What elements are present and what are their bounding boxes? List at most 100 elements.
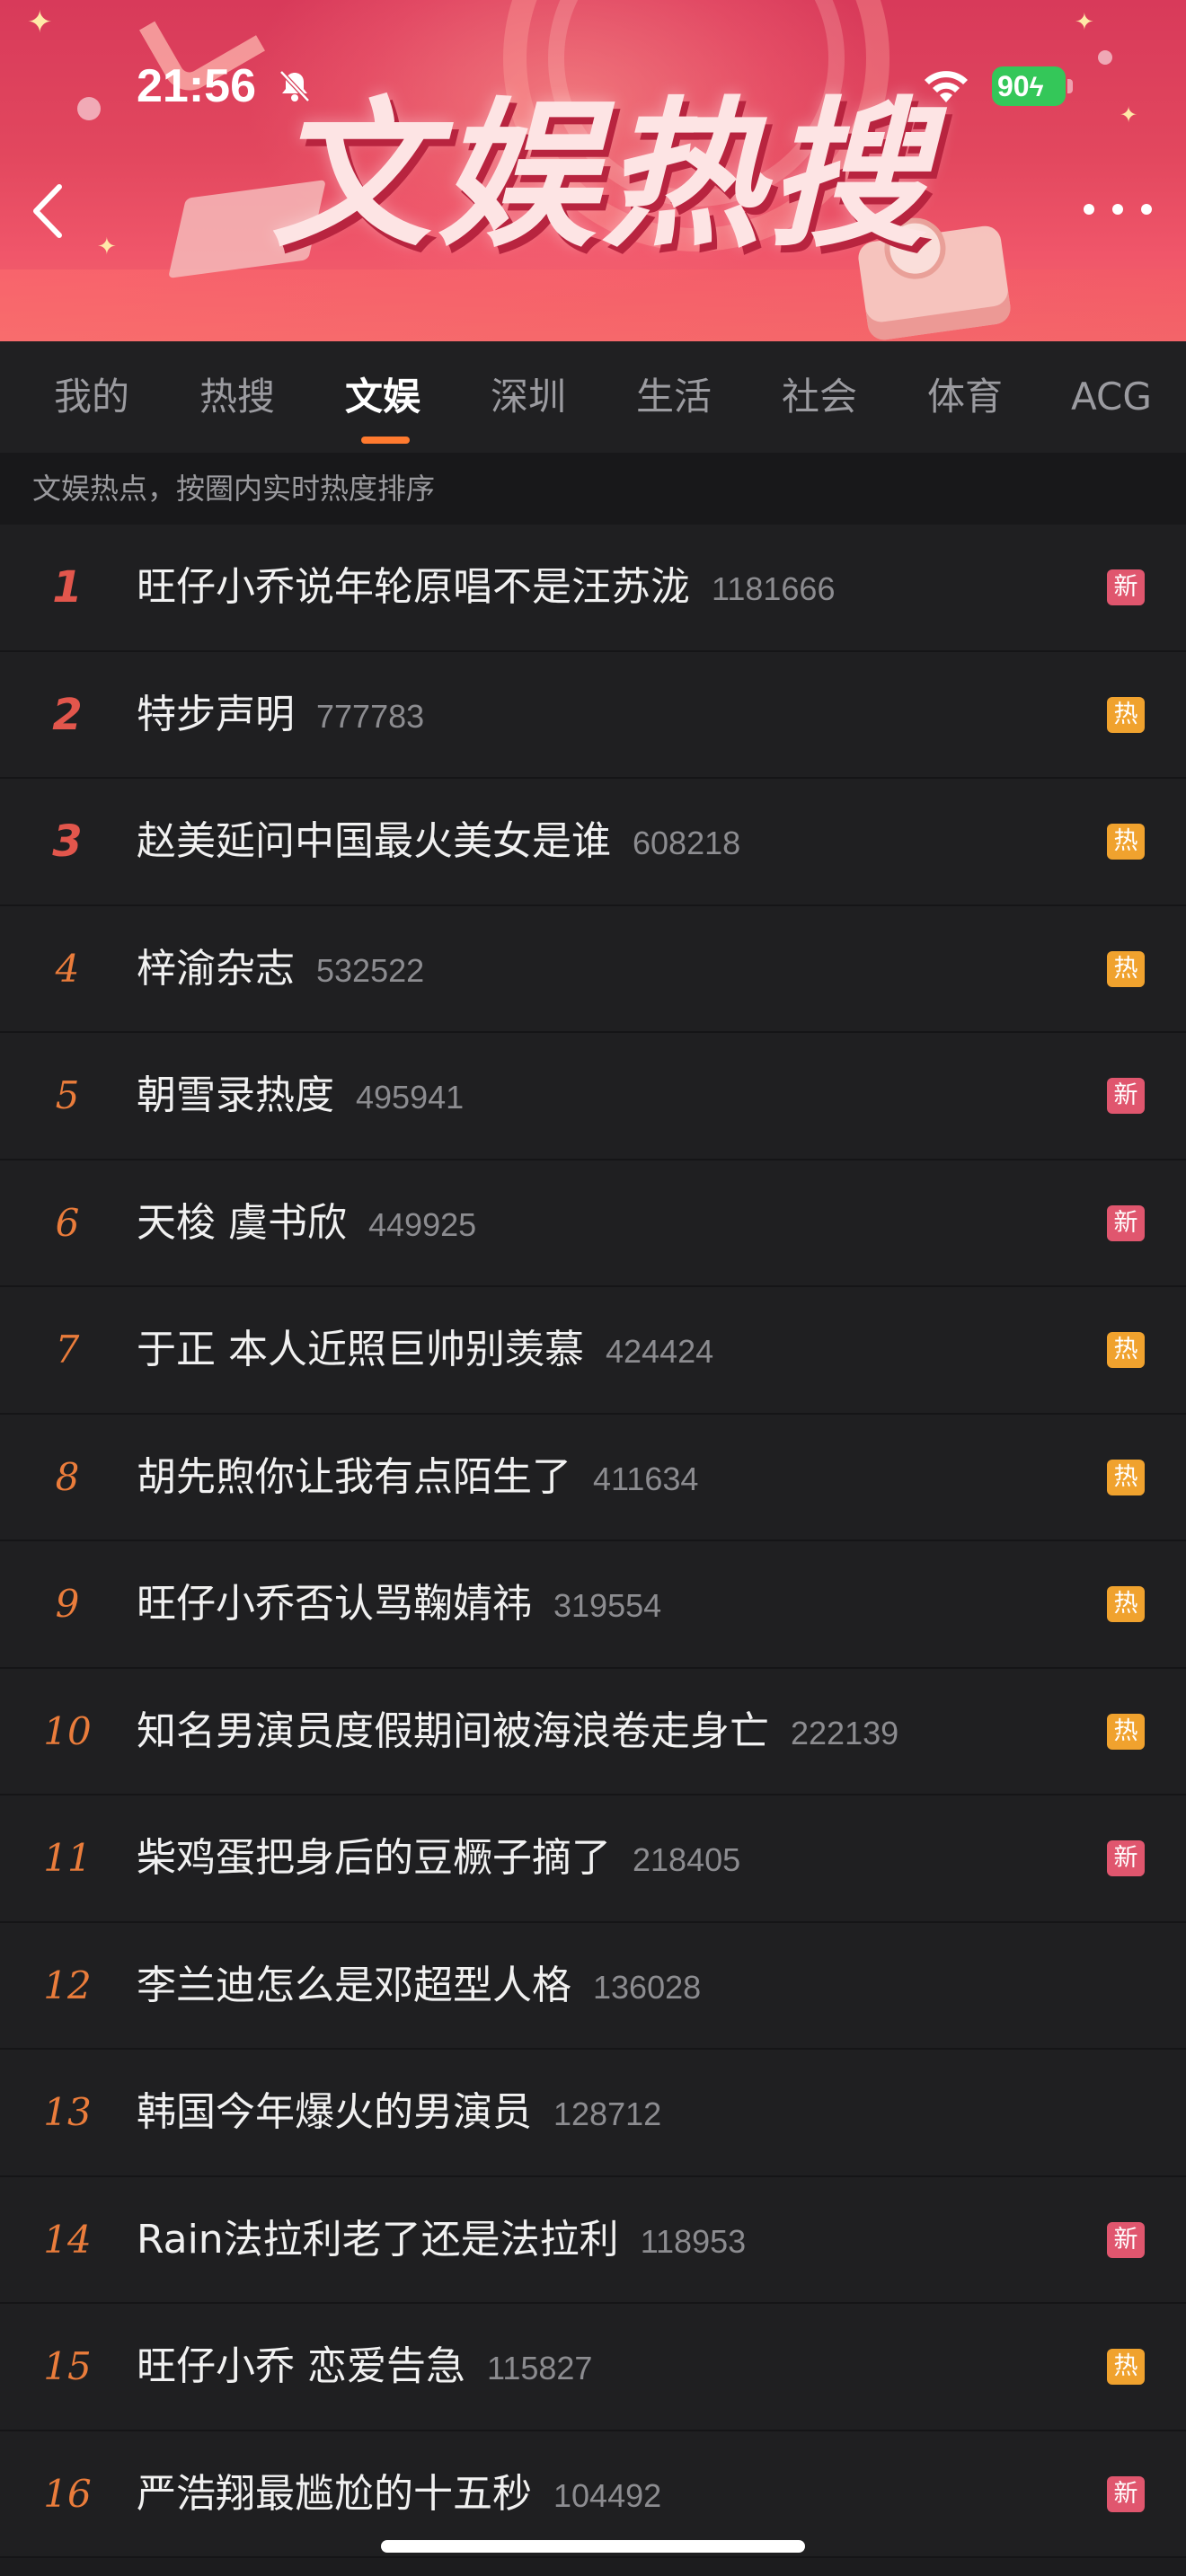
heat-count: 532522 — [316, 951, 425, 989]
item-title: 旺仔小乔 恋爱告急 — [137, 2343, 465, 2389]
list-item[interactable]: 12 李兰迪怎么是邓超型人格 136028 — [0, 1922, 1186, 2050]
rank-number: 8 — [55, 1454, 80, 1499]
more-dots-icon[interactable] — [1084, 187, 1152, 232]
item-text: 天梭 虞书欣 449925 — [137, 1160, 476, 1286]
list-item[interactable]: 3 赵美延问中国最火美女是谁 608218 热 — [0, 779, 1186, 906]
status-time: 21:56 — [137, 60, 256, 112]
heat-count: 136028 — [593, 1968, 702, 2006]
more-dot — [1112, 204, 1123, 215]
heat-count: 1181666 — [712, 570, 836, 607]
item-title: 柴鸡蛋把身后的豆橛子摘了 — [137, 1835, 611, 1881]
sparkle-icon: ✦ — [1120, 102, 1138, 128]
heat-count: 115827 — [487, 2350, 593, 2386]
item-text: 旺仔小乔 恋爱告急 115827 — [137, 2304, 592, 2430]
hot-badge: 热 — [1107, 1586, 1145, 1622]
item-text: 李兰迪怎么是邓超型人格 136028 — [137, 1923, 701, 2049]
battery-indicator: 90ϟ — [992, 66, 1066, 106]
heat-count: 104492 — [553, 2476, 662, 2514]
item-text: 梓渝杂志 532522 — [137, 906, 424, 1032]
list-item[interactable]: 1 旺仔小乔说年轮原唱不是汪苏泷 1181666 新 — [0, 525, 1186, 652]
list-item[interactable]: 13 韩国今年爆火的男演员 128712 — [0, 2050, 1186, 2177]
list-description-bar: 文娱热点，按圈内实时热度排序 — [0, 453, 1186, 525]
rank-number: 5 — [55, 1073, 80, 1117]
item-title: 严浩翔最尴尬的十五秒 — [137, 2470, 532, 2517]
tab-hot-search[interactable]: 热搜 — [199, 341, 275, 453]
rank-number: 11 — [43, 1836, 92, 1880]
item-title: 天梭 虞书欣 — [137, 1199, 347, 1246]
banner-dot — [1098, 50, 1112, 65]
item-title: 胡先煦你让我有点陌生了 — [137, 1453, 571, 1500]
new-badge: 新 — [1107, 2475, 1145, 2512]
tab-shenzhen[interactable]: 深圳 — [491, 341, 566, 453]
list-item[interactable]: 15 旺仔小乔 恋爱告急 115827 热 — [0, 2304, 1186, 2431]
hot-search-list: 1 旺仔小乔说年轮原唱不是汪苏泷 1181666 新 2 特步声明 777783 热 3 赵美延问… — [0, 525, 1186, 2558]
tab-society[interactable]: 社会 — [782, 341, 857, 453]
new-badge: 新 — [1107, 1840, 1145, 1876]
item-text: 赵美延问中国最火美女是谁 608218 — [137, 779, 740, 904]
list-item[interactable]: 9 旺仔小乔否认骂鞠婧祎 319554 热 — [0, 1541, 1186, 1669]
list-item[interactable]: 10 知名男演员度假期间被海浪卷走身亡 222139 热 — [0, 1668, 1186, 1795]
hot-badge: 热 — [1107, 1459, 1145, 1495]
sparkle-icon: ✦ — [27, 4, 53, 40]
active-tab-indicator — [361, 437, 410, 444]
heat-count: 449925 — [368, 1205, 477, 1243]
item-title: 韩国今年爆火的男演员 — [137, 2089, 532, 2135]
back-arrow-icon[interactable] — [25, 180, 70, 243]
rank-number: 14 — [43, 2217, 92, 2262]
heat-count: 411634 — [593, 1460, 699, 1497]
list-item[interactable]: 4 梓渝杂志 532522 热 — [0, 905, 1186, 1033]
new-badge: 新 — [1107, 1204, 1145, 1241]
tab-life[interactable]: 生活 — [636, 341, 712, 453]
rank-number: 2 — [52, 689, 83, 740]
item-title: 赵美延问中国最火美女是谁 — [137, 818, 611, 864]
rank-number: 13 — [43, 2090, 92, 2134]
rank-number: 7 — [55, 1328, 80, 1372]
banner-dot — [77, 97, 101, 120]
home-indicator[interactable] — [381, 2540, 805, 2553]
heat-count: 118953 — [640, 2222, 747, 2260]
rank-number: 9 — [55, 1582, 80, 1626]
new-badge: 新 — [1107, 569, 1145, 605]
rank-number: 10 — [43, 1708, 92, 1753]
hot-badge: 热 — [1107, 2349, 1145, 2385]
item-text: 韩国今年爆火的男演员 128712 — [137, 2050, 661, 2175]
more-dot — [1084, 204, 1094, 215]
item-title: 朝雪录热度 — [137, 1072, 334, 1118]
item-text: Rain法拉利老了还是法拉利 118953 — [137, 2177, 746, 2303]
battery-cap — [1067, 79, 1073, 93]
rank-number: 15 — [43, 2344, 92, 2388]
hot-badge: 热 — [1107, 1713, 1145, 1750]
list-item[interactable]: 2 特步声明 777783 热 — [0, 651, 1186, 779]
rank-number: 3 — [52, 816, 83, 867]
list-item[interactable]: 6 天梭 虞书欣 449925 新 — [0, 1160, 1186, 1287]
tab-acg[interactable]: ACG — [1071, 341, 1152, 453]
item-text: 严浩翔最尴尬的十五秒 104492 — [137, 2431, 661, 2557]
list-item[interactable]: 11 柴鸡蛋把身后的豆橛子摘了 218405 新 — [0, 1795, 1186, 1923]
list-item[interactable]: 16 严浩翔最尴尬的十五秒 104492 新 — [0, 2430, 1186, 2558]
list-item[interactable]: 5 朝雪录热度 495941 新 — [0, 1033, 1186, 1160]
heat-count: 424424 — [606, 1333, 714, 1370]
tab-mine[interactable]: 我的 — [54, 341, 129, 453]
item-text: 旺仔小乔说年轮原唱不是汪苏泷 1181666 — [137, 525, 835, 650]
item-text: 特步声明 777783 — [137, 652, 424, 778]
item-title: 于正 本人近照巨帅别羡慕 — [137, 1327, 584, 1372]
item-title: 特步声明 — [137, 691, 295, 737]
sparkle-icon: ✦ — [1075, 9, 1094, 36]
rank-number: 1 — [52, 562, 83, 613]
heat-count: 222139 — [791, 1714, 899, 1751]
heat-count: 128712 — [553, 2095, 662, 2132]
rank-number: 12 — [43, 1963, 92, 2007]
tab-sports[interactable]: 体育 — [927, 341, 1003, 453]
list-item[interactable]: 7 于正 本人近照巨帅别羡慕 424424 热 — [0, 1287, 1186, 1415]
item-title: 旺仔小乔说年轮原唱不是汪苏泷 — [137, 564, 690, 610]
heat-count: 495941 — [356, 1079, 465, 1116]
item-title: 梓渝杂志 — [137, 945, 295, 992]
item-text: 于正 本人近照巨帅别羡慕 424424 — [137, 1287, 713, 1413]
list-item[interactable]: 14 Rain法拉利老了还是法拉利 118953 新 — [0, 2176, 1186, 2304]
item-text: 柴鸡蛋把身后的豆橛子摘了 218405 — [137, 1795, 740, 1921]
list-description: 文娱热点，按圈内实时热度排序 — [32, 472, 436, 506]
bell-slash-icon — [279, 70, 310, 102]
item-text: 胡先煦你让我有点陌生了 411634 — [137, 1415, 698, 1540]
item-title: 知名男演员度假期间被海浪卷走身亡 — [137, 1707, 769, 1754]
list-item[interactable]: 8 胡先煦你让我有点陌生了 411634 热 — [0, 1414, 1186, 1541]
